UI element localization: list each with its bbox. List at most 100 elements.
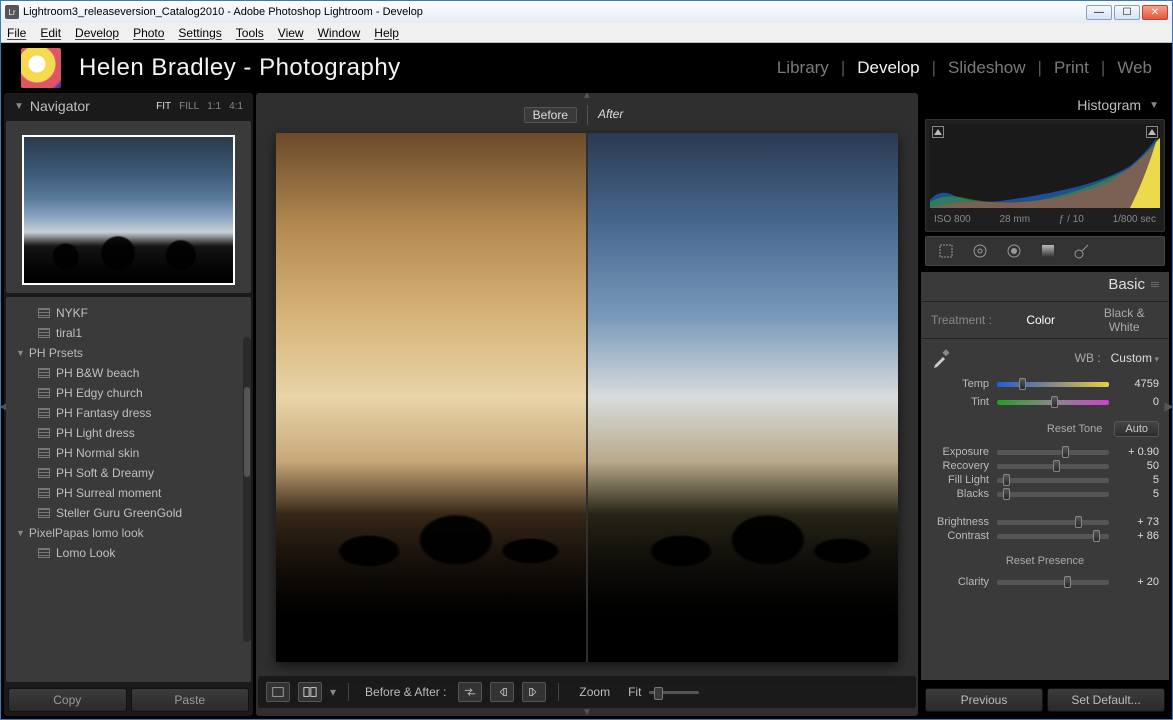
before-after-image[interactable]	[276, 133, 898, 662]
tint-label: Tint	[931, 396, 989, 408]
tint-value[interactable]: 0	[1117, 396, 1159, 408]
menu-view[interactable]: View	[278, 26, 304, 40]
previous-button[interactable]: Previous	[925, 688, 1043, 712]
grad-filter-tool[interactable]	[1038, 241, 1058, 261]
wb-dropper-icon[interactable]	[931, 347, 953, 369]
paste-button[interactable]: Paste	[131, 688, 250, 712]
preset-icon	[38, 448, 50, 458]
preset-item[interactable]: PH Edgy church	[10, 383, 247, 403]
histogram-iso: ISO 800	[934, 214, 971, 225]
temp-slider[interactable]	[997, 382, 1109, 387]
highlight-clip-icon[interactable]	[1146, 126, 1158, 138]
preset-item[interactable]: PH B&W beach	[10, 363, 247, 383]
close-button[interactable]: ✕	[1142, 5, 1168, 20]
maximize-button[interactable]: ☐	[1114, 5, 1140, 20]
loupe-view-button[interactable]	[266, 682, 290, 702]
bottom-panel-toggle[interactable]: ▼	[256, 710, 918, 716]
zoom-fit[interactable]: FIT	[156, 101, 171, 112]
module-web[interactable]: Web	[1117, 58, 1152, 78]
blacks-slider[interactable]	[997, 492, 1109, 497]
treatment-bw[interactable]: Black & White	[1089, 306, 1159, 334]
zoom-fill[interactable]: FILL	[179, 101, 199, 112]
preset-item[interactable]: PH Fantasy dress	[10, 403, 247, 423]
zoom-slider[interactable]	[649, 691, 699, 694]
slider-value[interactable]: 5	[1117, 488, 1159, 500]
slider-label: Fill Light	[931, 474, 989, 486]
right-panel-toggle[interactable]: ▶	[1164, 394, 1172, 418]
menu-edit[interactable]: Edit	[40, 26, 61, 40]
preset-item[interactable]: PH Surreal moment	[10, 483, 247, 503]
histogram[interactable]	[930, 124, 1160, 208]
preset-item[interactable]: NYKF	[10, 303, 247, 323]
contrast-slider[interactable]	[997, 534, 1109, 539]
copy-after-button[interactable]	[522, 682, 546, 702]
module-slideshow[interactable]: Slideshow	[948, 58, 1026, 78]
temp-value[interactable]: 4759	[1117, 378, 1159, 390]
preset-item[interactable]: PH Soft & Dreamy	[10, 463, 247, 483]
slider-value[interactable]: 50	[1117, 460, 1159, 472]
menu-help[interactable]: Help	[374, 26, 399, 40]
navigator-header[interactable]: ▼ Navigator FIT FILL 1:1 4:1	[4, 93, 253, 119]
brightness-slider[interactable]	[997, 520, 1109, 525]
clarity-slider[interactable]	[997, 580, 1109, 585]
menu-file[interactable]: File	[7, 26, 26, 40]
auto-tone-button[interactable]: Auto	[1114, 421, 1159, 437]
preset-scrollbar[interactable]	[243, 337, 251, 642]
module-print[interactable]: Print	[1054, 58, 1089, 78]
histogram-focal: 28 mm	[999, 214, 1030, 225]
before-label-wrap: Before	[307, 105, 587, 125]
preset-icon	[38, 468, 50, 478]
preset-item[interactable]: PH Light dress	[10, 423, 247, 443]
crop-tool[interactable]	[936, 241, 956, 261]
recovery-slider[interactable]	[997, 464, 1109, 469]
treatment-color[interactable]: Color	[1006, 313, 1076, 327]
preset-item[interactable]: Lomo Look	[10, 543, 247, 563]
reset-tone-label[interactable]: Reset Tone	[1047, 423, 1102, 435]
preset-folder[interactable]: ▼PixelPapas lomo look	[10, 523, 247, 543]
treatment-row: Treatment : Color Black & White	[921, 301, 1169, 339]
center-toolbar: ▾ Before & After : Zoom Fit	[258, 676, 916, 708]
zoom-4-1[interactable]: 4:1	[229, 101, 243, 112]
menu-photo[interactable]: Photo	[133, 26, 164, 40]
preset-item[interactable]: PH Normal skin	[10, 443, 247, 463]
histogram-header[interactable]: Histogram ▼	[921, 93, 1169, 117]
set-default-button[interactable]: Set Default...	[1047, 688, 1165, 712]
basic-header[interactable]: Basic	[921, 272, 1169, 297]
zoom-1-1[interactable]: 1:1	[207, 101, 221, 112]
preset-item[interactable]: tiral1	[10, 323, 247, 343]
menu-window[interactable]: Window	[318, 26, 361, 40]
slider-value[interactable]: + 86	[1117, 530, 1159, 542]
exposure-slider[interactable]	[997, 450, 1109, 455]
menu-tools[interactable]: Tools	[236, 26, 264, 40]
slider-value[interactable]: 5	[1117, 474, 1159, 486]
preset-icon	[38, 328, 50, 338]
menu-settings[interactable]: Settings	[178, 26, 221, 40]
preset-icon	[38, 388, 50, 398]
copy-before-button[interactable]	[490, 682, 514, 702]
slider-value[interactable]: + 73	[1117, 516, 1159, 528]
compare-view-button[interactable]	[298, 682, 322, 702]
module-develop[interactable]: Develop	[857, 58, 919, 78]
redeye-tool[interactable]	[1004, 241, 1024, 261]
wb-value[interactable]: Custom	[1111, 351, 1159, 365]
swap-ba-button[interactable]	[458, 682, 482, 702]
reset-presence-label[interactable]: Reset Presence	[1006, 555, 1084, 567]
adjust-brush-tool[interactable]	[1072, 241, 1092, 261]
minimize-button[interactable]: —	[1086, 5, 1112, 20]
fill light-slider[interactable]	[997, 478, 1109, 483]
preset-folder[interactable]: ▼PH Prsets	[10, 343, 247, 363]
menu-develop[interactable]: Develop	[75, 26, 119, 40]
spot-tool[interactable]	[970, 241, 990, 261]
preset-item[interactable]: Steller Guru GreenGold	[10, 503, 247, 523]
identity-plate: Helen Bradley - Photography Library| Dev…	[1, 43, 1172, 93]
slider-label: Brightness	[931, 516, 989, 528]
tint-slider[interactable]	[997, 400, 1109, 405]
top-panel-toggle[interactable]: ▲	[256, 93, 918, 101]
navigator-thumbnail[interactable]	[22, 135, 235, 285]
shadow-clip-icon[interactable]	[932, 126, 944, 138]
slider-value[interactable]: + 0.90	[1117, 446, 1159, 458]
module-library[interactable]: Library	[777, 58, 829, 78]
preset-icon	[38, 548, 50, 558]
clarity-value[interactable]: + 20	[1117, 576, 1159, 588]
copy-button[interactable]: Copy	[8, 688, 127, 712]
